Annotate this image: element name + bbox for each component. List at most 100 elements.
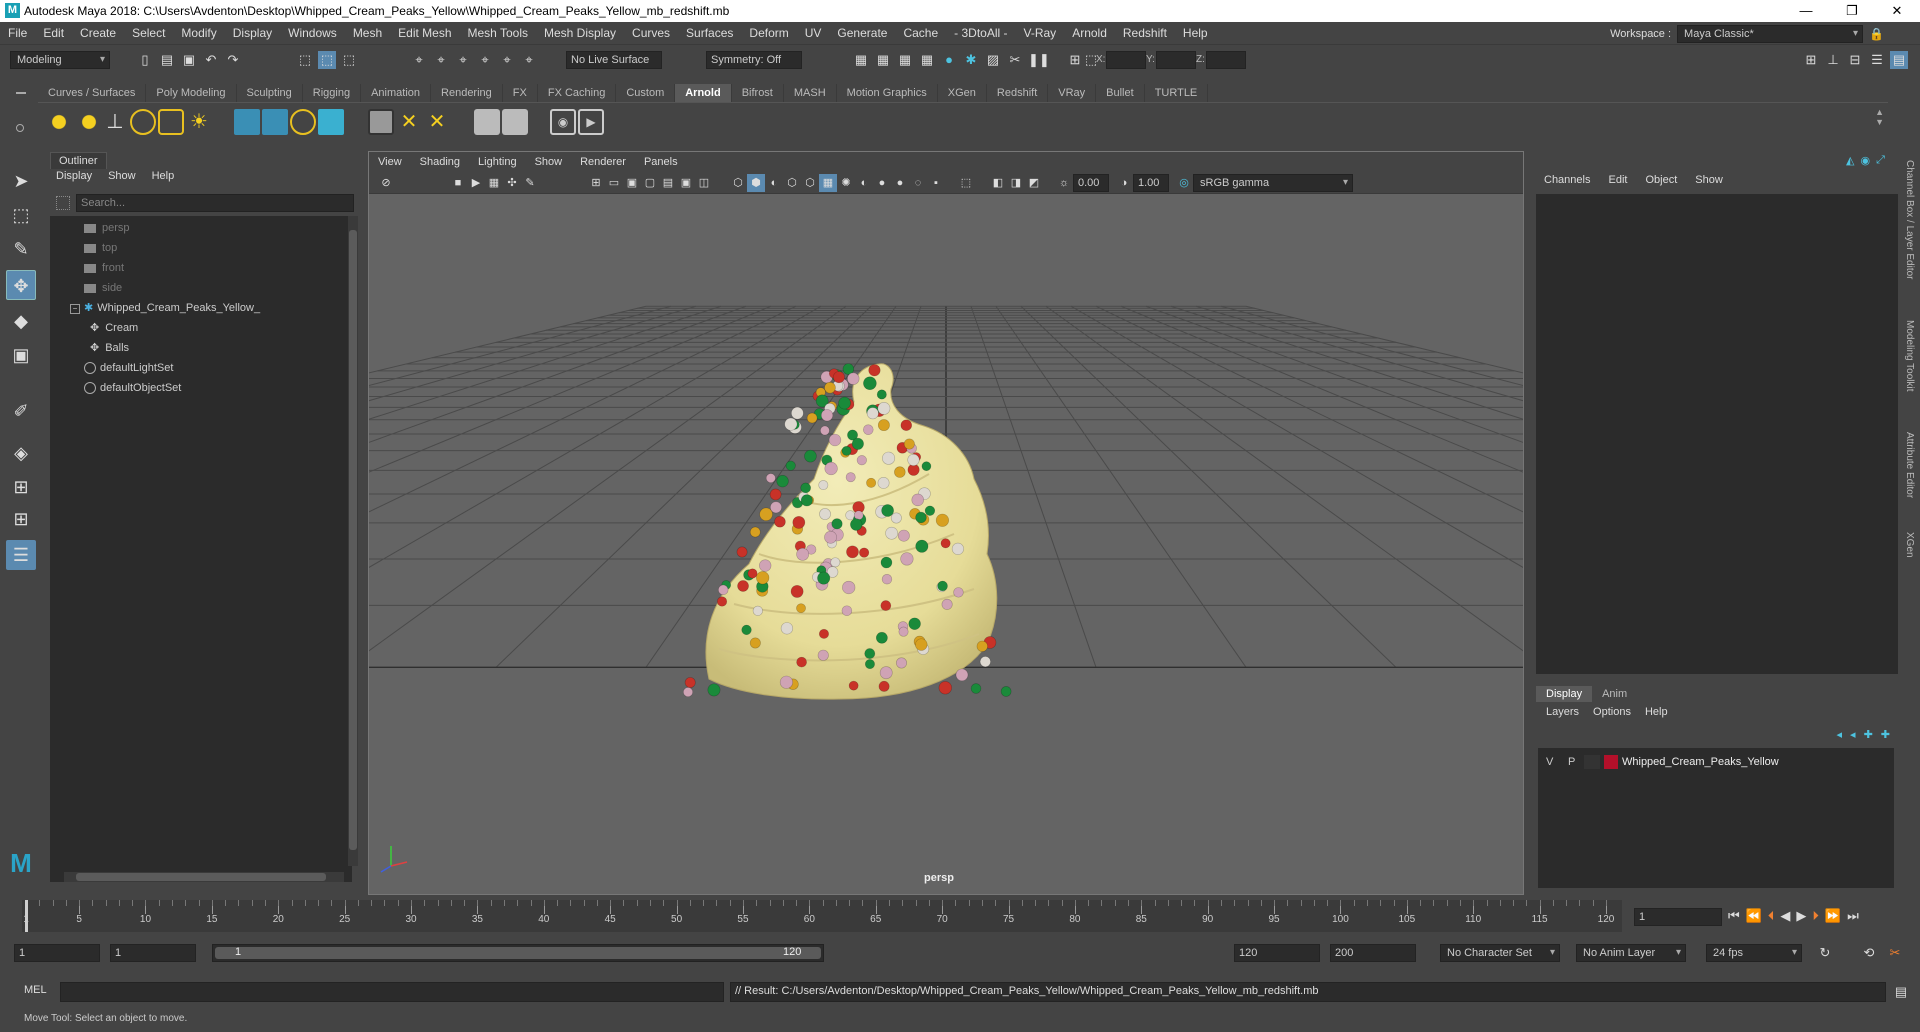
open-scene-icon[interactable]: ▤ (158, 51, 176, 69)
snap-surface-icon[interactable]: ⌖ (476, 51, 494, 69)
wireframe-icon[interactable]: ⬡ (729, 174, 747, 192)
playback-start-field[interactable]: 1 (110, 944, 196, 962)
viewport-menu-view[interactable]: View (369, 156, 411, 168)
shelf-tab-animation[interactable]: Animation (361, 84, 432, 102)
channel-menu-show[interactable]: Show (1695, 174, 1723, 186)
workspace-dropdown[interactable]: Maya Classic* (1677, 25, 1864, 43)
viewport-menu-shading[interactable]: Shading (411, 156, 469, 168)
exposure-field[interactable]: 0.00 (1073, 174, 1109, 192)
menu-create[interactable]: Create (72, 26, 124, 40)
photometric-light-icon[interactable]: ⊥ (102, 109, 128, 135)
standin-create-icon[interactable] (234, 109, 260, 135)
current-time-marker[interactable] (25, 900, 28, 932)
shelf-tab-vray[interactable]: VRay (1048, 84, 1097, 102)
safe-title-icon[interactable]: ◫ (695, 174, 713, 192)
shelf-tab-xgen[interactable]: XGen (937, 84, 987, 102)
snap-point-icon[interactable]: ⌖ (454, 51, 472, 69)
snap-live-icon[interactable]: ⌖ (520, 51, 538, 69)
shelf-tab-sculpting[interactable]: Sculpting (236, 84, 303, 102)
menu-cache[interactable]: Cache (895, 26, 946, 40)
new-layer-selected-icon[interactable]: ✚ (1881, 728, 1890, 741)
field-chart-icon[interactable]: ▤ (659, 174, 677, 192)
ipr-render-icon[interactable]: ▦ (918, 51, 936, 69)
outliner-item-defaultobjectset[interactable]: defaultObjectSet (84, 378, 384, 398)
side-tab-xgen[interactable]: XGen (1904, 532, 1915, 558)
outliner-tab[interactable]: Outliner (50, 152, 107, 169)
outliner-horizontal-scrollbar[interactable] (64, 872, 344, 882)
outliner-item-defaultlightset[interactable]: defaultLightSet (84, 358, 384, 378)
ipr-shelf-icon[interactable] (502, 109, 528, 135)
gamma-icon[interactable]: ◑ (1115, 174, 1133, 192)
shelf-tab-mash[interactable]: MASH (783, 84, 837, 102)
select-by-object-icon[interactable]: ⬚ (318, 51, 336, 69)
go-to-start-icon[interactable]: ⏮ (1728, 908, 1740, 924)
go-to-end-icon[interactable]: ⏭ (1847, 908, 1859, 924)
viewport-menu-lighting[interactable]: Lighting (469, 156, 526, 168)
outliner-item-cream[interactable]: ✥ Cream (90, 318, 390, 338)
mesh-light-icon[interactable] (76, 109, 102, 135)
auto-key-icon[interactable]: ⟲ (1860, 944, 1878, 962)
safe-action-icon[interactable]: ▣ (677, 174, 695, 192)
layer-move-down-icon[interactable]: ◂ (1850, 728, 1856, 741)
layer-tab-display[interactable]: Display (1536, 686, 1593, 702)
character-set-dropdown[interactable]: No Character Set (1440, 944, 1560, 962)
select-by-hierarchy-icon[interactable]: ⬚ (296, 51, 314, 69)
shelf-tab-motion-graphics[interactable]: Motion Graphics (836, 84, 938, 102)
shelf-tab-custom[interactable]: Custom (616, 84, 676, 102)
menu-edit-mesh[interactable]: Edit Mesh (390, 26, 459, 40)
transform-mode-icon[interactable]: ⊞ (1066, 51, 1084, 69)
range-slider-handle[interactable] (215, 947, 821, 959)
outliner-menu-display[interactable]: Display (56, 170, 92, 182)
preferences-icon[interactable]: ✂ (1886, 944, 1904, 962)
menu-vray[interactable]: V-Ray (1016, 26, 1065, 40)
mode-dropdown[interactable]: Modeling (10, 51, 110, 69)
modeling-toolkit-icon[interactable]: ⊞ (1802, 51, 1820, 69)
antialiasing-icon[interactable]: ◌ (909, 174, 927, 192)
camera-attributes-icon[interactable]: ■ (449, 174, 467, 192)
menu-help[interactable]: Help (1175, 26, 1216, 40)
exposure-icon[interactable]: ☼ (1055, 174, 1073, 192)
color-space-dropdown[interactable]: sRGB gamma (1193, 174, 1353, 192)
outliner-vertical-scrollbar[interactable] (348, 216, 358, 866)
channel-menu-object[interactable]: Object (1645, 174, 1677, 186)
outliner-item-persp[interactable]: persp (84, 218, 384, 238)
layer-color-swatch[interactable] (1604, 755, 1618, 769)
shelf-handle[interactable] (14, 88, 28, 138)
redshift-ipr-icon[interactable]: ✂ (1006, 51, 1024, 69)
snap-view-icon[interactable]: ⌖ (498, 51, 516, 69)
minimize-button[interactable]: — (1783, 0, 1829, 22)
outliner-item-top[interactable]: top (84, 238, 384, 258)
time-ruler[interactable]: 1510152025303540455055606570758085909510… (22, 900, 1622, 932)
select-tool-icon[interactable]: ➤ (6, 166, 36, 196)
side-tab-channel-box[interactable]: Channel Box / Layer Editor (1904, 160, 1915, 280)
outliner-menu-show[interactable]: Show (108, 170, 136, 182)
shelf-settings-icon[interactable] (16, 124, 24, 132)
redo-icon[interactable]: ↷ (224, 51, 242, 69)
new-scene-icon[interactable]: ▯ (136, 51, 154, 69)
textured-icon[interactable]: ▦ (819, 174, 837, 192)
menu-deform[interactable]: Deform (741, 26, 796, 40)
menu-edit[interactable]: Edit (35, 26, 72, 40)
materialx-icon[interactable] (318, 109, 344, 135)
xray-icon[interactable]: ⬡ (801, 174, 819, 192)
outliner-layout-icon[interactable]: ☰ (6, 540, 36, 570)
standin-export-icon[interactable] (262, 109, 288, 135)
area-light-icon[interactable] (46, 109, 72, 135)
layer-row[interactable]: V P Whipped_Cream_Peaks_Yellow (1544, 754, 1884, 770)
persp-outliner-layout-icon[interactable]: ⊞ (6, 504, 36, 534)
outliner-item-front[interactable]: front (84, 258, 384, 278)
outliner-toggle-icon[interactable]: ☰ (1868, 51, 1886, 69)
paint-select-tool-icon[interactable]: ✎ (6, 234, 36, 264)
command-input[interactable] (60, 982, 724, 1002)
light-portal-icon[interactable] (158, 109, 184, 135)
shelf-tab-curves-surfaces[interactable]: Curves / Surfaces (38, 84, 147, 102)
anim-layer-dropdown[interactable]: No Anim Layer (1576, 944, 1686, 962)
collapse-icon[interactable]: − (70, 304, 80, 314)
hypershade-icon[interactable]: ● (940, 51, 958, 69)
menu-display[interactable]: Display (225, 26, 280, 40)
shelf-tab-bullet[interactable]: Bullet (1096, 84, 1145, 102)
volume-icon[interactable] (290, 109, 316, 135)
viewport-menu-renderer[interactable]: Renderer (571, 156, 635, 168)
arnold-render-icon[interactable]: ✱ (962, 51, 980, 69)
shadows-icon[interactable]: ◐ (855, 174, 873, 192)
